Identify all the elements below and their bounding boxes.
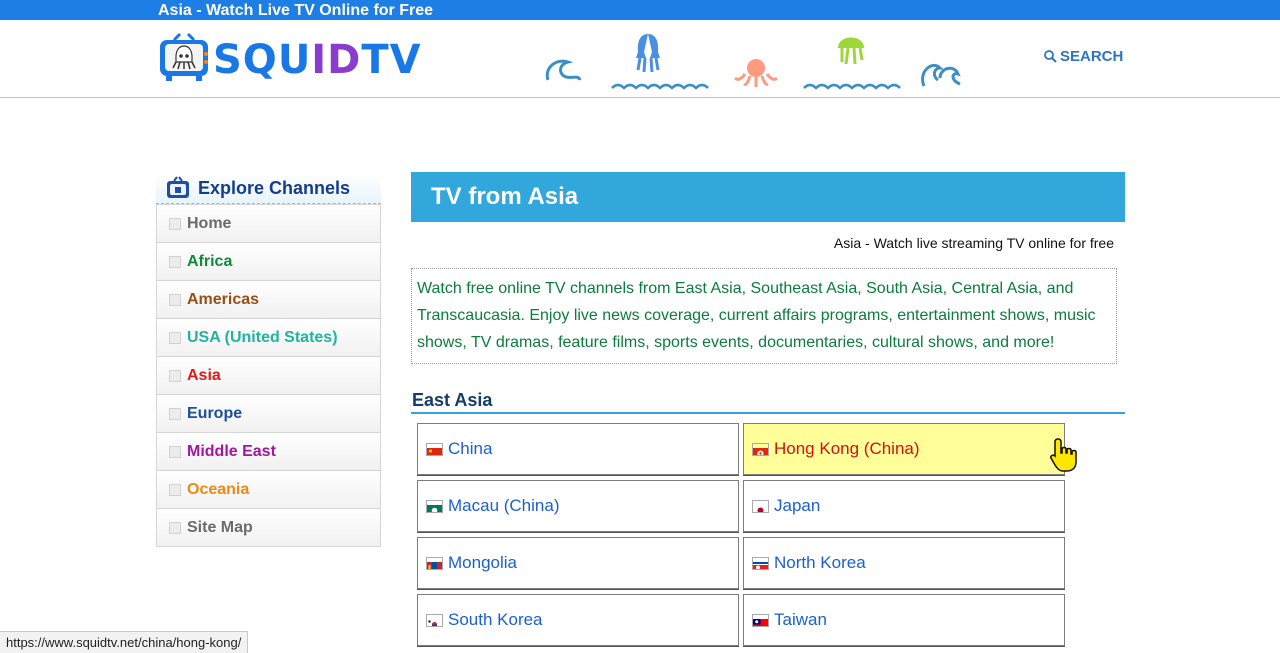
country-link-south-korea[interactable]: South Korea [417, 594, 739, 646]
country-link-label: North Korea [774, 553, 866, 572]
sidebar-heading-text: Explore Channels [198, 177, 351, 198]
country-link-mongolia[interactable]: Mongolia [417, 537, 739, 589]
sidebar-item-site-map[interactable]: Site Map [156, 509, 381, 547]
country-link-china[interactable]: China [417, 423, 739, 475]
china-flag-icon [426, 442, 443, 456]
country-grid: China Hong Kong (China) Macau (China) Japan… [417, 423, 1125, 646]
bullet-square-icon [169, 255, 181, 268]
logo-text-left: SQU [213, 37, 312, 83]
sea-creatures-decoration-icon [545, 34, 961, 90]
sidebar-item-oceania[interactable]: Oceania [156, 471, 381, 509]
bullet-square-icon [169, 331, 181, 344]
explore-channels-sidebar: Explore Channels Home Africa Americas USA (… [156, 173, 381, 547]
main-content: TV from Asia Asia - Watch live streaming… [411, 172, 1125, 646]
sidebar-item-label: Americas [187, 290, 260, 308]
sidebar-item-label: Oceania [187, 480, 250, 498]
country-link-label: South Korea [448, 610, 543, 629]
sidebar-item-label: Europe [187, 404, 243, 422]
country-link-hong-kong-china[interactable]: Hong Kong (China) [743, 423, 1065, 475]
mongolia-flag-icon [426, 556, 443, 570]
logo-text-right: TV [361, 37, 422, 83]
bullet-square-icon [169, 521, 181, 534]
bullet-square-icon [169, 217, 181, 230]
country-link-label: Macau (China) [448, 496, 560, 515]
status-bar-url: https://www.squidtv.net/china/hong-kong/ [0, 631, 249, 653]
sidebar-item-usa-united-states[interactable]: USA (United States) [156, 319, 381, 357]
site-header: SQUIDTV SEARCH [0, 20, 1280, 98]
tv-icon [167, 176, 189, 198]
squid-tv-logo-icon [160, 32, 208, 81]
sidebar-item-label: Africa [187, 252, 233, 270]
bullet-square-icon [169, 407, 181, 420]
sidebar-item-label: USA (United States) [187, 328, 338, 346]
bullet-square-icon [169, 483, 181, 496]
search-icon [1044, 50, 1057, 63]
country-link-label: Hong Kong (China) [774, 439, 920, 458]
sidebar-item-label: Home [187, 214, 232, 232]
south-korea-flag-icon [426, 613, 443, 627]
country-link-japan[interactable]: Japan [743, 480, 1065, 532]
hong-kong-flag-icon [752, 442, 769, 456]
macau-flag-icon [426, 499, 443, 513]
search-label: SEARCH [1060, 48, 1124, 65]
country-link-label: Taiwan [774, 610, 827, 629]
page-subtitle: Asia - Watch live streaming TV online fo… [833, 235, 1114, 251]
sidebar-item-africa[interactable]: Africa [156, 243, 381, 281]
taiwan-flag-icon [752, 613, 769, 627]
page-title: TV from Asia [411, 172, 1125, 222]
sidebar-heading: Explore Channels [156, 173, 381, 204]
section-title-east-asia: East Asia [411, 390, 1125, 414]
site-logo[interactable]: SQUIDTV [158, 30, 423, 90]
sidebar-item-americas[interactable]: Americas [156, 281, 381, 319]
sidebar-item-middle-east[interactable]: Middle East [156, 433, 381, 471]
search-button[interactable]: SEARCH [1044, 48, 1123, 65]
country-link-north-korea[interactable]: North Korea [743, 537, 1065, 589]
top-bar-title: Asia - Watch Live TV Online for Free [158, 2, 434, 19]
country-link-label: Mongolia [448, 553, 517, 572]
intro-text: Watch free online TV channels from East … [411, 268, 1117, 364]
bullet-square-icon [169, 293, 181, 306]
sidebar-item-label: Asia [187, 366, 221, 384]
country-link-taiwan[interactable]: Taiwan [743, 594, 1065, 646]
logo-wordmark: SQUIDTV [213, 36, 422, 84]
country-link-label: China [448, 439, 493, 458]
sidebar-item-asia[interactable]: Asia [156, 357, 381, 395]
logo-text-mid: ID [311, 37, 362, 83]
sidebar-item-home[interactable]: Home [156, 204, 381, 243]
japan-flag-icon [752, 499, 769, 513]
sidebar-item-europe[interactable]: Europe [156, 395, 381, 433]
country-link-label: Japan [774, 496, 821, 515]
sidebar-item-label: Site Map [187, 518, 253, 536]
hand-cursor-icon [1050, 438, 1077, 472]
north-korea-flag-icon [752, 556, 769, 570]
bullet-square-icon [169, 445, 181, 458]
sidebar-item-label: Middle East [187, 442, 276, 460]
country-link-macau-china[interactable]: Macau (China) [417, 480, 739, 532]
top-bar: Asia - Watch Live TV Online for Free [0, 0, 1280, 20]
bullet-square-icon [169, 369, 181, 382]
